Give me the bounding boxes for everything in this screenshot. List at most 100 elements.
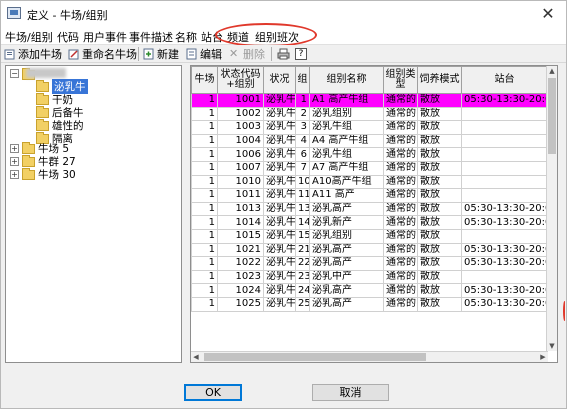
table-cell bbox=[461, 133, 548, 149]
table-cell bbox=[461, 106, 548, 122]
menu-name[interactable]: 名称 bbox=[175, 29, 197, 45]
table-cell: 1013 bbox=[217, 201, 264, 217]
table-cell: 泌乳牛组 bbox=[309, 120, 384, 135]
table-row[interactable]: 11021泌乳牛21泌乳高产通常的散放05:30-13:30-20:00 bbox=[191, 242, 548, 258]
edit-icon bbox=[186, 48, 198, 60]
table-row[interactable]: 1 1023 泌乳牛 23 泌乳中产 通常的 散放 bbox=[191, 269, 548, 285]
scroll-down-icon[interactable]: ▼ bbox=[547, 341, 557, 351]
table-cell: 散放 bbox=[417, 147, 462, 162]
table-cell: 1 bbox=[295, 93, 310, 108]
table-cell: A4 高产牛组 bbox=[309, 133, 384, 149]
folder-icon bbox=[22, 167, 35, 180]
scroll-left-icon[interactable]: ◀ bbox=[191, 352, 201, 362]
column-header[interactable]: 组别类型 bbox=[383, 66, 418, 94]
menu-user-events[interactable]: 用户事件 bbox=[83, 29, 127, 45]
expand-icon[interactable]: + bbox=[10, 144, 19, 153]
print-button[interactable] bbox=[277, 46, 291, 62]
vertical-scrollbar[interactable]: ▲ ▼ bbox=[546, 66, 557, 351]
table-row[interactable]: 1 1003 泌乳牛 3 泌乳牛组 通常的 散放 bbox=[191, 120, 548, 135]
table-cell: 05:30-13:30-20:00 bbox=[461, 242, 548, 258]
table-cell: 通常的 bbox=[383, 242, 418, 258]
table-cell: 22 bbox=[295, 256, 310, 271]
table-cell: 泌乳高产 bbox=[309, 201, 384, 217]
table-row[interactable]: 1 1010 泌乳牛 10 A10高产牛组 通常的 散放 bbox=[191, 174, 548, 190]
column-header[interactable]: 牛场 bbox=[191, 66, 218, 94]
table-row[interactable]: 11013泌乳牛13泌乳高产通常的散放05:30-13:30-20:00 bbox=[191, 201, 548, 217]
table-cell bbox=[461, 174, 548, 190]
table-cell: 05:30-13:30-20:00 bbox=[461, 283, 548, 298]
table-cell: 通常的 bbox=[383, 93, 418, 108]
menu-event-description[interactable]: 事件描述 bbox=[129, 29, 173, 45]
scrollbar-thumb[interactable] bbox=[548, 78, 556, 154]
table-cell: 散放 bbox=[417, 201, 462, 217]
table-cell bbox=[461, 120, 548, 135]
table-cell: 1003 bbox=[217, 120, 264, 135]
collapse-icon[interactable]: − bbox=[10, 69, 19, 78]
table-cell: 泌乳组别 bbox=[309, 106, 384, 122]
table-cell: 散放 bbox=[417, 242, 462, 258]
table-row[interactable]: 1 1011 泌乳牛 11 A11 高产 通常的 散放 bbox=[191, 188, 548, 203]
table-row[interactable]: 11014泌乳牛14泌乳新产通常的散放05:30-13:30-20:00 bbox=[191, 215, 548, 230]
table-cell: 4 bbox=[295, 133, 310, 149]
table-row[interactable]: 11001泌乳牛1A1 高产牛组通常的散放05:30-13:30-20:00 bbox=[191, 93, 548, 108]
toolbar: 添加牛场 重命名牛场 新建 编辑 ✕ 删除 ? bbox=[1, 45, 566, 63]
expand-icon[interactable]: + bbox=[10, 157, 19, 166]
table-row[interactable]: 1 1006 泌乳牛 6 泌乳牛组 通常的 散放 bbox=[191, 147, 548, 162]
edit-button[interactable]: 编辑 bbox=[186, 46, 222, 62]
menu-farm-group[interactable]: 牛场/组别 bbox=[5, 29, 53, 45]
table-row[interactable]: 1 1015 泌乳牛 15 泌乳组别 通常的 散放 bbox=[191, 228, 548, 244]
table-cell: 通常的 bbox=[383, 215, 418, 230]
table-row[interactable]: 11022泌乳牛22泌乳高产通常的散放05:30-13:30-20:00 bbox=[191, 256, 548, 271]
expand-icon[interactable]: + bbox=[10, 170, 19, 179]
table-cell: 泌乳牛 bbox=[263, 256, 296, 271]
table-cell bbox=[461, 188, 548, 203]
table-cell: 泌乳牛 bbox=[263, 147, 296, 162]
folder-icon bbox=[36, 92, 49, 105]
dialog-window: 定义 - 牛场/组别 ✕ 牛场/组别 代码 用户事件 事件描述 名称 站台 频道… bbox=[0, 0, 567, 409]
table-cell: 散放 bbox=[417, 228, 462, 244]
table-row[interactable]: 11024泌乳牛24泌乳高产通常的散放05:30-13:30-20:00 bbox=[191, 283, 548, 298]
horizontal-scrollbar[interactable]: ◀ ▶ bbox=[191, 351, 548, 362]
table-cell: 1 bbox=[191, 160, 218, 176]
column-header[interactable]: 组别名称 bbox=[309, 66, 384, 94]
window-title: 定义 - 牛场/组别 bbox=[27, 9, 108, 22]
close-icon[interactable]: ✕ bbox=[538, 4, 558, 24]
delete-button[interactable]: ✕ 删除 bbox=[229, 46, 265, 62]
table-row[interactable]: 1 1004 泌乳牛 4 A4 高产牛组 通常的 散放 bbox=[191, 133, 548, 149]
help-button[interactable]: ? bbox=[295, 46, 309, 62]
table-row[interactable]: 11025泌乳牛25泌乳高产通常的散放05:30-13:30-20:00 bbox=[191, 296, 548, 312]
column-header[interactable]: 饲养模式 bbox=[417, 66, 462, 94]
table-cell: 通常的 bbox=[383, 160, 418, 176]
table-row[interactable]: 1 1002 泌乳牛 2 泌乳组别 通常的 散放 bbox=[191, 106, 548, 122]
table-cell: 05:30-13:30-20:00 bbox=[461, 296, 548, 312]
table-cell: 1 bbox=[191, 228, 218, 244]
ok-button[interactable]: OK bbox=[184, 384, 242, 401]
column-header[interactable]: 状况 bbox=[263, 66, 296, 94]
table-cell: 2 bbox=[295, 106, 310, 122]
table-cell: 14 bbox=[295, 215, 310, 230]
column-header[interactable]: 站台 bbox=[461, 66, 548, 94]
table-cell: 13 bbox=[295, 201, 310, 217]
table-row[interactable]: 1 1007 泌乳牛 7 A7 高产牛组 通常的 散放 bbox=[191, 160, 548, 176]
new-label: 新建 bbox=[157, 48, 179, 61]
table-cell: 泌乳高产 bbox=[309, 256, 384, 271]
rename-farm-button[interactable]: 重命名牛场 bbox=[68, 46, 137, 62]
table-cell: 散放 bbox=[417, 188, 462, 203]
tree-item[interactable]: 牛场 30 bbox=[22, 167, 76, 181]
scroll-up-icon[interactable]: ▲ bbox=[547, 66, 557, 76]
scroll-right-icon[interactable]: ▶ bbox=[538, 352, 548, 362]
scrollbar-thumb[interactable] bbox=[204, 353, 426, 361]
menu-code[interactable]: 代码 bbox=[57, 29, 79, 45]
table-cell: 散放 bbox=[417, 106, 462, 122]
new-button[interactable]: 新建 bbox=[143, 46, 179, 62]
table-cell: 1 bbox=[191, 174, 218, 190]
table-cell: 6 bbox=[295, 147, 310, 162]
table-header-row: 牛场 状态代码+组别 状况 组 组别名称 组别类型 饲养模式 站台 bbox=[191, 66, 548, 94]
column-header[interactable]: 组 bbox=[295, 66, 310, 94]
add-farm-button[interactable]: 添加牛场 bbox=[4, 46, 62, 62]
column-header[interactable]: 状态代码+组别 bbox=[217, 66, 264, 94]
cancel-button[interactable]: 取消 bbox=[312, 384, 389, 401]
add-farm-label: 添加牛场 bbox=[18, 48, 62, 61]
table-cell: 散放 bbox=[417, 296, 462, 312]
table-cell: 泌乳牛 bbox=[263, 120, 296, 135]
